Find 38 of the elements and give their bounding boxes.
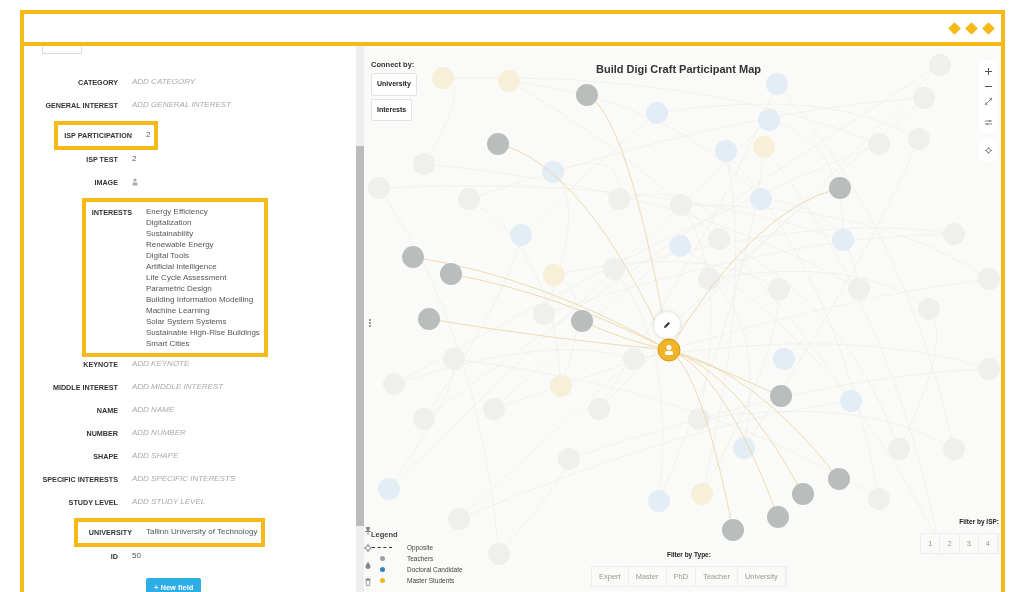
trash-icon[interactable] <box>364 578 372 586</box>
interest-item: Digitalization <box>146 217 193 228</box>
interest-item: Energy Efficiency <box>146 206 209 217</box>
interest-item: Life Cycle Assessment <box>146 272 228 283</box>
interest-item: Artificial Intelligence <box>146 261 218 272</box>
interest-item: Smart Cities <box>146 338 191 349</box>
field-placeholder[interactable]: ADD SPECIFIC INTERESTS <box>132 473 236 485</box>
drop-icon[interactable] <box>364 561 372 569</box>
interest-item: Digital Tools <box>146 250 190 261</box>
crosshair-icon[interactable] <box>364 544 372 552</box>
field-placeholder[interactable]: ADD NAME <box>132 404 175 416</box>
interest-item: Solar System Systems <box>146 316 228 327</box>
field-value: 2 <box>146 129 151 141</box>
field-placeholder[interactable]: ADD GENERAL INTEREST <box>132 99 231 111</box>
interest-item: Sustainable High-Rise Buildings <box>146 327 260 338</box>
field-value: 50 <box>132 550 141 562</box>
interest-item: Sustainability <box>146 228 195 239</box>
pencil-icon[interactable] <box>663 321 671 329</box>
edit-button[interactable] <box>654 312 680 338</box>
field-placeholder[interactable]: ADD SHAPE <box>132 450 179 462</box>
field-placeholder[interactable]: ADD STUDY LEVEL <box>132 496 206 508</box>
scrollbar-thumb[interactable] <box>356 146 364 526</box>
field-placeholder[interactable]: ADD KEYNOTE <box>132 358 190 370</box>
field-placeholder[interactable]: ADD MIDDLE INTEREST <box>132 381 224 393</box>
interest-item: Machine Learning <box>146 305 211 316</box>
field-placeholder[interactable]: ADD CATEGORY <box>132 76 196 88</box>
interest-item: Parametric Design <box>146 283 213 294</box>
person-icon <box>132 178 138 186</box>
dashed-line-icon <box>372 547 392 548</box>
field-placeholder[interactable]: ADD NUMBER <box>132 427 186 439</box>
interest-item: Renewable Energy <box>146 239 215 250</box>
field-value: Tallinn University of Technology <box>146 526 258 538</box>
map-title: Build Digi Craft Participant Map <box>596 62 761 77</box>
field-value: 2 <box>132 153 137 165</box>
drag-handle-icon[interactable] <box>369 319 371 327</box>
interest-item: Building Information Modelling <box>146 294 255 305</box>
pin-icon[interactable] <box>364 527 372 535</box>
plus-icon[interactable] <box>984 67 992 75</box>
